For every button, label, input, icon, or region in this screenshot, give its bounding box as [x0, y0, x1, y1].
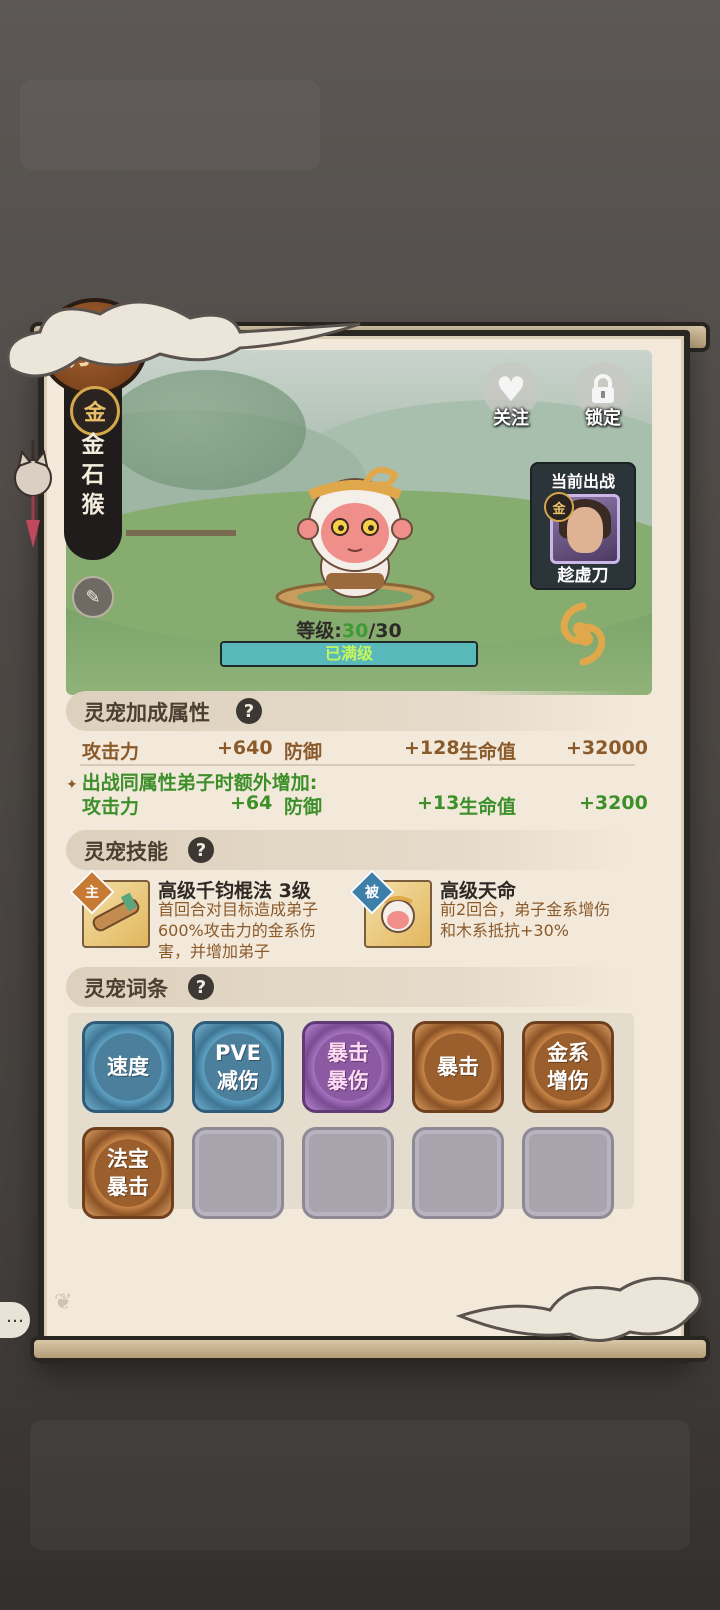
trait-label: 金系增伤 [547, 1041, 589, 1093]
hero-gold-badge: 金 [544, 492, 574, 522]
element-swirl-icon[interactable] [552, 600, 614, 668]
empty-trait-slot[interactable] [522, 1127, 614, 1219]
rename-brush-icon[interactable]: ✎ [72, 576, 114, 618]
level-progress-bar: 已满级 [220, 641, 478, 667]
pet-name: 金石猴 [81, 431, 105, 518]
trait-label: 速度 [107, 1055, 149, 1079]
current-battle-card[interactable]: 当前出战 金 趁虚刀 [530, 462, 636, 590]
lock-icon [592, 374, 614, 403]
trait-crit[interactable]: 暴击 [412, 1021, 504, 1113]
sparkle-icon: ✦ [66, 777, 78, 793]
lock-label: 锁定 [585, 408, 621, 429]
bonus-stat-row: 攻击力 +640 防御 +128 生命值 +32000 [82, 737, 649, 763]
level-text: 等级:30/30 [296, 620, 402, 642]
skills-section-header: 灵宠技能 ? [66, 830, 630, 870]
trait-speed[interactable]: 速度 [82, 1021, 174, 1113]
empty-trait-slot[interactable] [412, 1127, 504, 1219]
cat-pendant-icon [14, 440, 52, 548]
skills-help-icon[interactable]: ? [188, 837, 214, 863]
pet-monkey-image [275, 466, 435, 613]
current-battle-title: 当前出战 [550, 472, 615, 491]
bonus-section-title: 灵宠加成属性 [84, 701, 210, 725]
follow-button[interactable]: ♥ 关注 [478, 362, 544, 438]
trait-treasure-crit[interactable]: 法宝暴击 [82, 1127, 174, 1219]
trait-pve-damage-reduction[interactable]: PVE减伤 [192, 1021, 284, 1113]
hero-name: 趁虚刀 [557, 566, 609, 586]
paw-icon: ❦ [54, 1290, 73, 1315]
empty-trait-slot[interactable] [302, 1127, 394, 1219]
bonus-section-header: 灵宠加成属性 ? [66, 691, 630, 731]
traits-help-icon[interactable]: ? [188, 974, 214, 1000]
trait-label: 法宝暴击 [107, 1147, 149, 1199]
extra-stat-row: 攻击力 +64 防御 +13 生命值 +3200 [82, 792, 648, 818]
trait-label: 暴击 [437, 1055, 479, 1079]
bonus-help-icon[interactable]: ? [236, 698, 262, 724]
lock-button[interactable]: 锁定 [570, 362, 636, 438]
cloud-decoration-top [6, 300, 361, 378]
skills-section-title: 灵宠技能 [84, 840, 168, 864]
trait-label: PVE减伤 [215, 1041, 261, 1093]
skill-desc-1: 首回合对目标造成弟子600%攻击力的金系伤害，并增加弟子 [158, 900, 319, 961]
traits-section-header: 灵宠词条 ? [66, 967, 630, 1007]
trait-grid: 速度 PVE减伤 暴击暴伤 暴击 金系增伤法宝暴击 [68, 1013, 634, 1219]
cloud-decoration-bottom [455, 1276, 702, 1343]
level-maxed-label: 已满级 [324, 644, 373, 663]
traits-section-title: 灵宠词条 [84, 977, 168, 1001]
extra-bonus-note: ✦ 出战同属性弟子时额外增加: [66, 772, 318, 794]
skill-desc-2: 前2回合，弟子金系增伤和木系抵抗+30% [440, 900, 611, 940]
trait-metal-damage-boost[interactable]: 金系增伤 [522, 1021, 614, 1113]
follow-label: 关注 [493, 408, 529, 429]
stat-divider [80, 764, 635, 766]
trait-crit-crit-damage[interactable]: 暴击暴伤 [302, 1021, 394, 1113]
trait-label: 暴击暴伤 [327, 1041, 369, 1093]
empty-trait-slot[interactable] [192, 1127, 284, 1219]
